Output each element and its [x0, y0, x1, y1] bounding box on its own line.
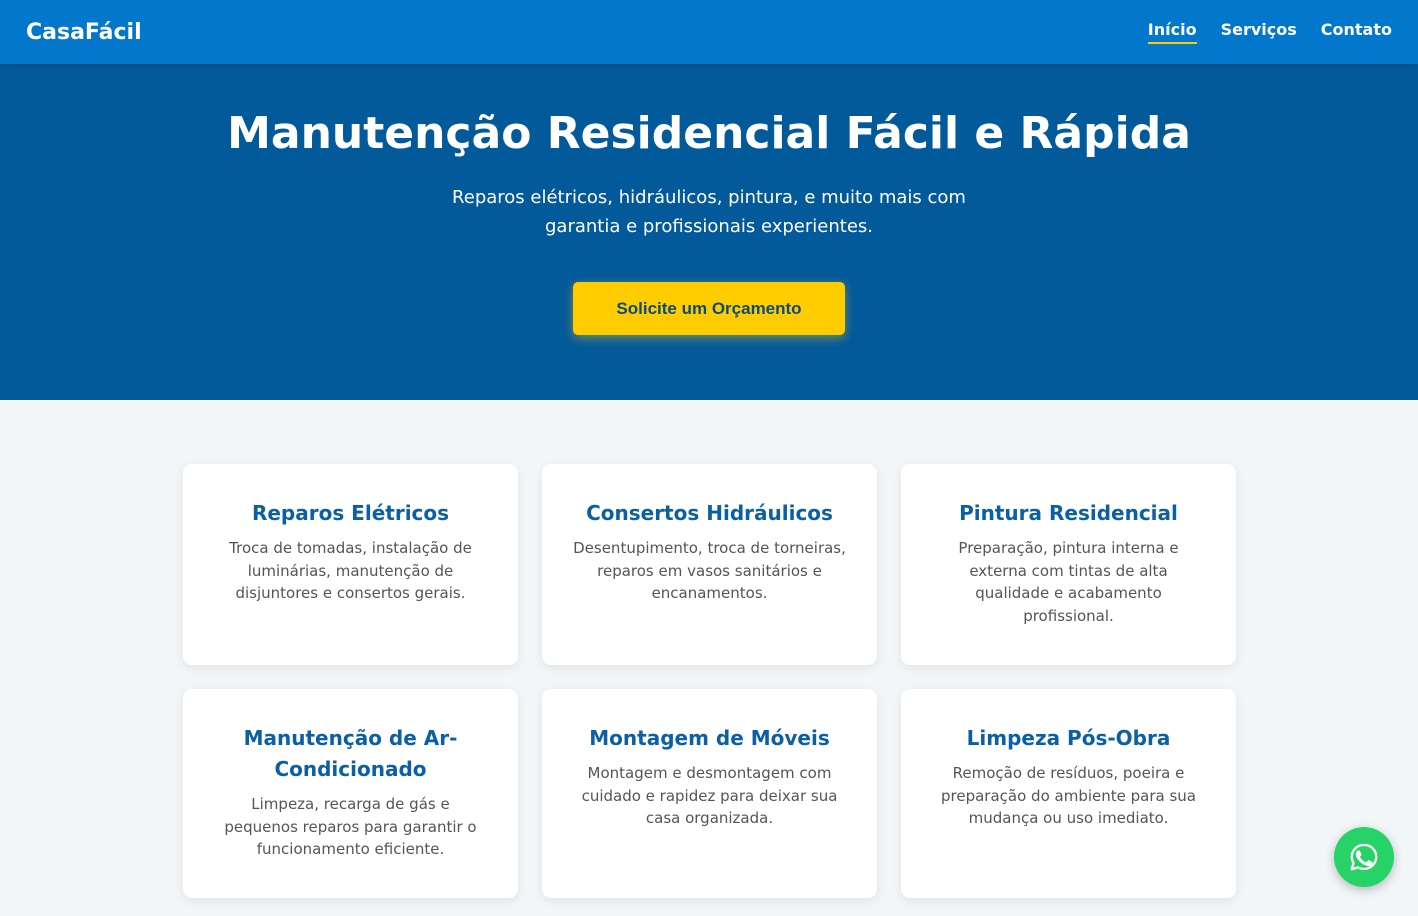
service-card-painting: Pintura Residencial Preparação, pintura … [901, 464, 1236, 665]
hero-section: Manutenção Residencial Fácil e Rápida Re… [0, 64, 1418, 400]
service-card-title: Manutenção de Ar-Condicionado [243, 726, 458, 781]
service-card-description: Remoção de resíduos, poeira e preparação… [941, 764, 1196, 827]
service-card-title: Pintura Residencial [959, 501, 1178, 525]
nav-link-servicos[interactable]: Serviços [1221, 20, 1297, 44]
main-nav: Início Serviços Contato [1147, 20, 1392, 44]
hero-title: Manutenção Residencial Fácil e Rápida [227, 108, 1191, 159]
service-card-title: Consertos Hidráulicos [586, 501, 833, 525]
services-grid: Reparos Elétricos Troca de tomadas, inst… [183, 464, 1236, 898]
site-logo[interactable]: CasaFácil [26, 20, 142, 45]
service-card-plumbing: Consertos Hidráulicos Desentupimento, tr… [542, 464, 877, 665]
service-card-description: Montagem e desmontagem com cuidado e rap… [581, 764, 838, 827]
hero-subtitle: Reparos elétricos, hidráulicos, pintura,… [452, 187, 966, 237]
service-card-description: Troca de tomadas, instalação de luminári… [229, 539, 472, 602]
service-card-description: Desentupimento, troca de torneiras, repa… [573, 539, 846, 602]
nav-link-contato[interactable]: Contato [1321, 20, 1392, 44]
service-card-title: Reparos Elétricos [251, 501, 450, 525]
service-card-description: Preparação, pintura interna e externa co… [958, 539, 1179, 625]
nav-link-inicio[interactable]: Início [1147, 20, 1197, 44]
service-card-electrical: Reparos Elétricos Troca de tomadas, inst… [183, 464, 518, 665]
whatsapp-icon [1350, 843, 1378, 871]
request-quote-button[interactable]: Solicite um Orçamento [573, 282, 845, 335]
service-card-cleaning: Limpeza Pós-Obra Remoção de resíduos, po… [901, 689, 1236, 898]
service-card-title: Montagem de Móveis [589, 726, 830, 750]
service-card-description: Limpeza, recarga de gás e pequenos repar… [224, 795, 477, 858]
top-navbar: CasaFácil Início Serviços Contato [0, 0, 1418, 64]
service-card-air-conditioning: Manutenção de Ar-Condicionado Limpeza, r… [183, 689, 518, 898]
service-card-furniture: Montagem de Móveis Montagem e desmontage… [542, 689, 877, 898]
whatsapp-button[interactable] [1334, 827, 1394, 887]
service-card-title: Limpeza Pós-Obra [966, 726, 1171, 750]
